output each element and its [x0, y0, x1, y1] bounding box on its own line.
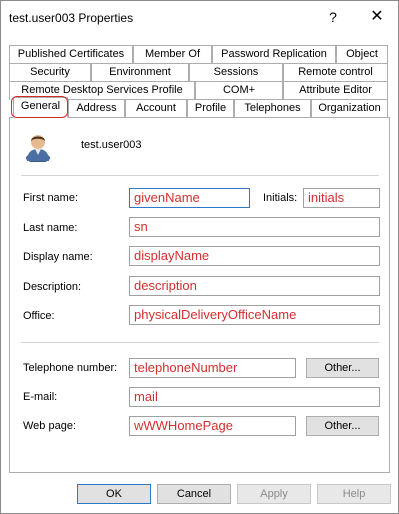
tab-address[interactable]: Address: [68, 99, 125, 118]
telephone-field[interactable]: telephoneNumber: [129, 358, 296, 378]
separator-middle: [21, 342, 379, 343]
tab-published-certificates[interactable]: Published Certificates: [9, 45, 133, 64]
tab-telephones[interactable]: Telephones: [234, 99, 311, 118]
title-bar: test.user003 Properties ? ✕: [1, 1, 398, 35]
tab-object[interactable]: Object: [336, 45, 388, 64]
web-page-other-button[interactable]: Other...: [306, 416, 379, 436]
office-label: Office:: [23, 310, 55, 322]
help-icon[interactable]: ?: [323, 7, 343, 27]
description-label: Description:: [23, 281, 82, 293]
tab-member-of[interactable]: Member Of: [133, 45, 212, 64]
ok-button[interactable]: OK: [77, 484, 151, 504]
window-title: test.user003 Properties: [9, 11, 134, 25]
separator-top: [21, 175, 379, 176]
properties-dialog: test.user003 Properties ? ✕ Published Ce…: [0, 0, 399, 514]
first-name-label: First name:: [23, 192, 79, 204]
tab-password-replication[interactable]: Password Replication: [212, 45, 336, 64]
web-page-label: Web page:: [23, 420, 77, 432]
tab-general[interactable]: General: [13, 97, 68, 118]
web-page-field[interactable]: wWWHomePage: [129, 416, 296, 436]
tab-security[interactable]: Security: [9, 63, 91, 82]
user-display-name: test.user003: [81, 139, 142, 151]
telephone-other-button[interactable]: Other...: [306, 358, 379, 378]
office-field[interactable]: physicalDeliveryOfficeName: [129, 305, 380, 325]
tab-attribute-editor[interactable]: Attribute Editor: [283, 81, 388, 100]
tab-remote-control[interactable]: Remote control: [283, 63, 388, 82]
display-name-label: Display name:: [23, 251, 93, 263]
telephone-label: Telephone number:: [23, 362, 118, 374]
email-field[interactable]: mail: [129, 387, 380, 407]
tab-sessions[interactable]: Sessions: [189, 63, 283, 82]
apply-button[interactable]: Apply: [237, 484, 311, 504]
tab-profile[interactable]: Profile: [187, 99, 234, 118]
description-field[interactable]: description: [129, 276, 380, 296]
tab-organization[interactable]: Organization: [311, 99, 388, 118]
close-icon[interactable]: ✕: [366, 7, 388, 27]
cancel-button[interactable]: Cancel: [157, 484, 231, 504]
display-name-field[interactable]: displayName: [129, 246, 380, 266]
tab-account[interactable]: Account: [125, 99, 187, 118]
initials-field[interactable]: initials: [303, 188, 380, 208]
email-label: E-mail:: [23, 391, 58, 403]
initials-label: Initials:: [263, 192, 298, 204]
tab-environment[interactable]: Environment: [91, 63, 189, 82]
first-name-field[interactable]: givenName: [129, 188, 250, 208]
help-button[interactable]: Help: [317, 484, 391, 504]
tab-com-plus[interactable]: COM+: [195, 81, 283, 100]
last-name-field[interactable]: sn: [129, 217, 380, 237]
user-icon: [26, 135, 50, 162]
last-name-label: Last name:: [23, 222, 78, 234]
